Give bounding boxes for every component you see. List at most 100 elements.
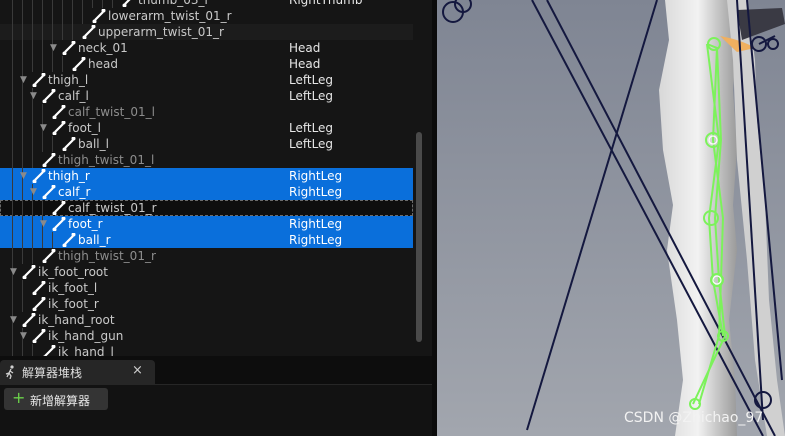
bone-icon <box>42 185 56 199</box>
tree-guide-line <box>42 104 43 120</box>
tree-row[interactable]: ▼ ik_hand_gun <box>0 328 413 344</box>
tree-row[interactable]: ▼ thigh_r RightLeg <box>0 168 413 184</box>
tree-guide-line <box>42 200 43 216</box>
tree-guide-line <box>12 0 13 8</box>
bone-group-label: LeftLeg <box>289 121 334 135</box>
bone-name: calf_twist_01_r <box>68 201 157 215</box>
tree-row[interactable]: calf_twist_01_l <box>0 104 413 120</box>
tree-guide-line <box>12 152 13 168</box>
expand-arrow-icon[interactable]: ▼ <box>40 216 47 232</box>
bone-name: foot_r <box>68 217 103 231</box>
bone-name: neck_01 <box>78 41 128 55</box>
bone-icon <box>122 0 131 7</box>
tree-guide-line <box>62 56 63 72</box>
plus-icon: + <box>12 388 26 407</box>
tree-row[interactable]: ▼ ik_foot_root <box>0 264 413 280</box>
tree-row[interactable]: ▼ thigh_l LeftLeg <box>0 72 413 88</box>
tree-guide-line <box>12 72 13 88</box>
tree-row[interactable]: calf_twist_01_r <box>0 200 413 216</box>
tree-guide-line <box>82 8 83 24</box>
tree-guide-line <box>12 8 13 24</box>
tree-guide-line <box>12 24 13 40</box>
tree-guide-line <box>22 24 23 40</box>
bone-icon <box>32 329 46 343</box>
tree-row[interactable]: thumb_03_r RightThumb <box>0 0 413 8</box>
tree-guide-line <box>52 24 53 40</box>
tree-guide-line <box>32 120 33 136</box>
bone-icon <box>52 201 66 215</box>
tree-row[interactable]: ▼ ik_hand_root <box>0 312 413 328</box>
tree-guide-line <box>62 8 63 24</box>
expand-arrow-icon[interactable]: ▼ <box>20 328 27 344</box>
tree-guide-line <box>52 232 53 248</box>
tree-guide-line <box>22 136 23 152</box>
bone-group-label: RightThumb <box>289 0 363 7</box>
tree-guide-line <box>32 24 33 40</box>
tree-guide-line <box>32 56 33 72</box>
close-icon[interactable]: × <box>132 363 143 378</box>
tree-row[interactable]: ▼ calf_l LeftLeg <box>0 88 413 104</box>
tree-guide-line <box>12 296 13 312</box>
expand-arrow-icon[interactable]: ▼ <box>10 312 17 328</box>
bone-icon <box>32 281 46 295</box>
tree-row[interactable]: thigh_twist_01_r <box>0 248 413 264</box>
tree-row[interactable]: ▼ foot_r RightLeg <box>0 216 413 232</box>
tree-guide-line <box>22 216 23 232</box>
bone-group-label: Head <box>289 57 321 71</box>
tree-guide-line <box>32 0 33 8</box>
bone-name: foot_l <box>68 121 101 135</box>
tree-guide-line <box>102 0 103 8</box>
running-figure-icon <box>5 365 14 379</box>
tree-row[interactable]: ik_foot_l <box>0 280 413 296</box>
bone-hierarchy-list: thumb_03_r RightThumb lowerarm_twist_01_r u… <box>0 0 413 360</box>
tree-row[interactable]: upperarm_twist_01_r <box>0 24 413 40</box>
tab-solver-stack[interactable]: 解算器堆栈 × <box>0 360 155 384</box>
bone-name: ik_foot_r <box>48 297 99 311</box>
tree-guide-line <box>22 40 23 56</box>
expand-arrow-icon[interactable]: ▼ <box>20 72 27 88</box>
tree-guide-line <box>22 56 23 72</box>
tree-scrollbar[interactable] <box>416 132 422 342</box>
tree-guide-line <box>22 120 23 136</box>
tree-guide-line <box>12 168 13 184</box>
tree-row[interactable]: ▼ foot_l LeftLeg <box>0 120 413 136</box>
tree-guide-line <box>12 248 13 264</box>
tree-row[interactable]: ball_r RightLeg <box>0 232 413 248</box>
tree-row[interactable]: thigh_twist_01_l <box>0 152 413 168</box>
tree-guide-line <box>32 152 33 168</box>
bone-name: lowerarm_twist_01_r <box>108 9 232 23</box>
tree-row[interactable]: ▼ neck_01 Head <box>0 40 413 56</box>
tree-guide-line <box>42 136 43 152</box>
watermark-text: CSDN @Zhichao_97 <box>624 410 764 426</box>
bone-icon <box>22 265 36 279</box>
3d-viewport[interactable] <box>437 0 785 436</box>
expand-arrow-icon[interactable]: ▼ <box>20 168 27 184</box>
tree-row[interactable]: ball_l LeftLeg <box>0 136 413 152</box>
tree-guide-line <box>42 8 43 24</box>
expand-arrow-icon[interactable]: ▼ <box>30 184 37 200</box>
bone-icon <box>62 137 76 151</box>
expand-arrow-icon[interactable]: ▼ <box>30 88 37 104</box>
bone-group-label: RightLeg <box>289 217 343 231</box>
expand-arrow-icon[interactable]: ▼ <box>40 120 47 136</box>
bone-name: calf_r <box>58 185 91 199</box>
tree-row[interactable]: ik_foot_r <box>0 296 413 312</box>
bone-icon <box>32 169 46 183</box>
bone-group-label: RightLeg <box>289 233 343 247</box>
expand-arrow-icon[interactable]: ▼ <box>50 40 57 56</box>
tree-guide-line <box>32 136 33 152</box>
tree-guide-line <box>42 0 43 8</box>
bone-icon <box>62 41 76 55</box>
tree-guide-line <box>12 184 13 200</box>
tree-row[interactable]: head Head <box>0 56 413 72</box>
tree-guide-line <box>12 120 13 136</box>
tree-guide-line <box>52 0 53 8</box>
tree-row[interactable]: ▼ calf_r RightLeg <box>0 184 413 200</box>
expand-arrow-icon[interactable]: ▼ <box>10 264 17 280</box>
tree-guide-line <box>52 136 53 152</box>
add-solver-button[interactable]: + 新增解算器 <box>4 388 108 410</box>
bone-name: thumb_03_r <box>138 0 210 7</box>
tree-guide-line <box>72 0 73 8</box>
bone-name: head <box>88 57 118 71</box>
tree-row[interactable]: lowerarm_twist_01_r <box>0 8 413 24</box>
